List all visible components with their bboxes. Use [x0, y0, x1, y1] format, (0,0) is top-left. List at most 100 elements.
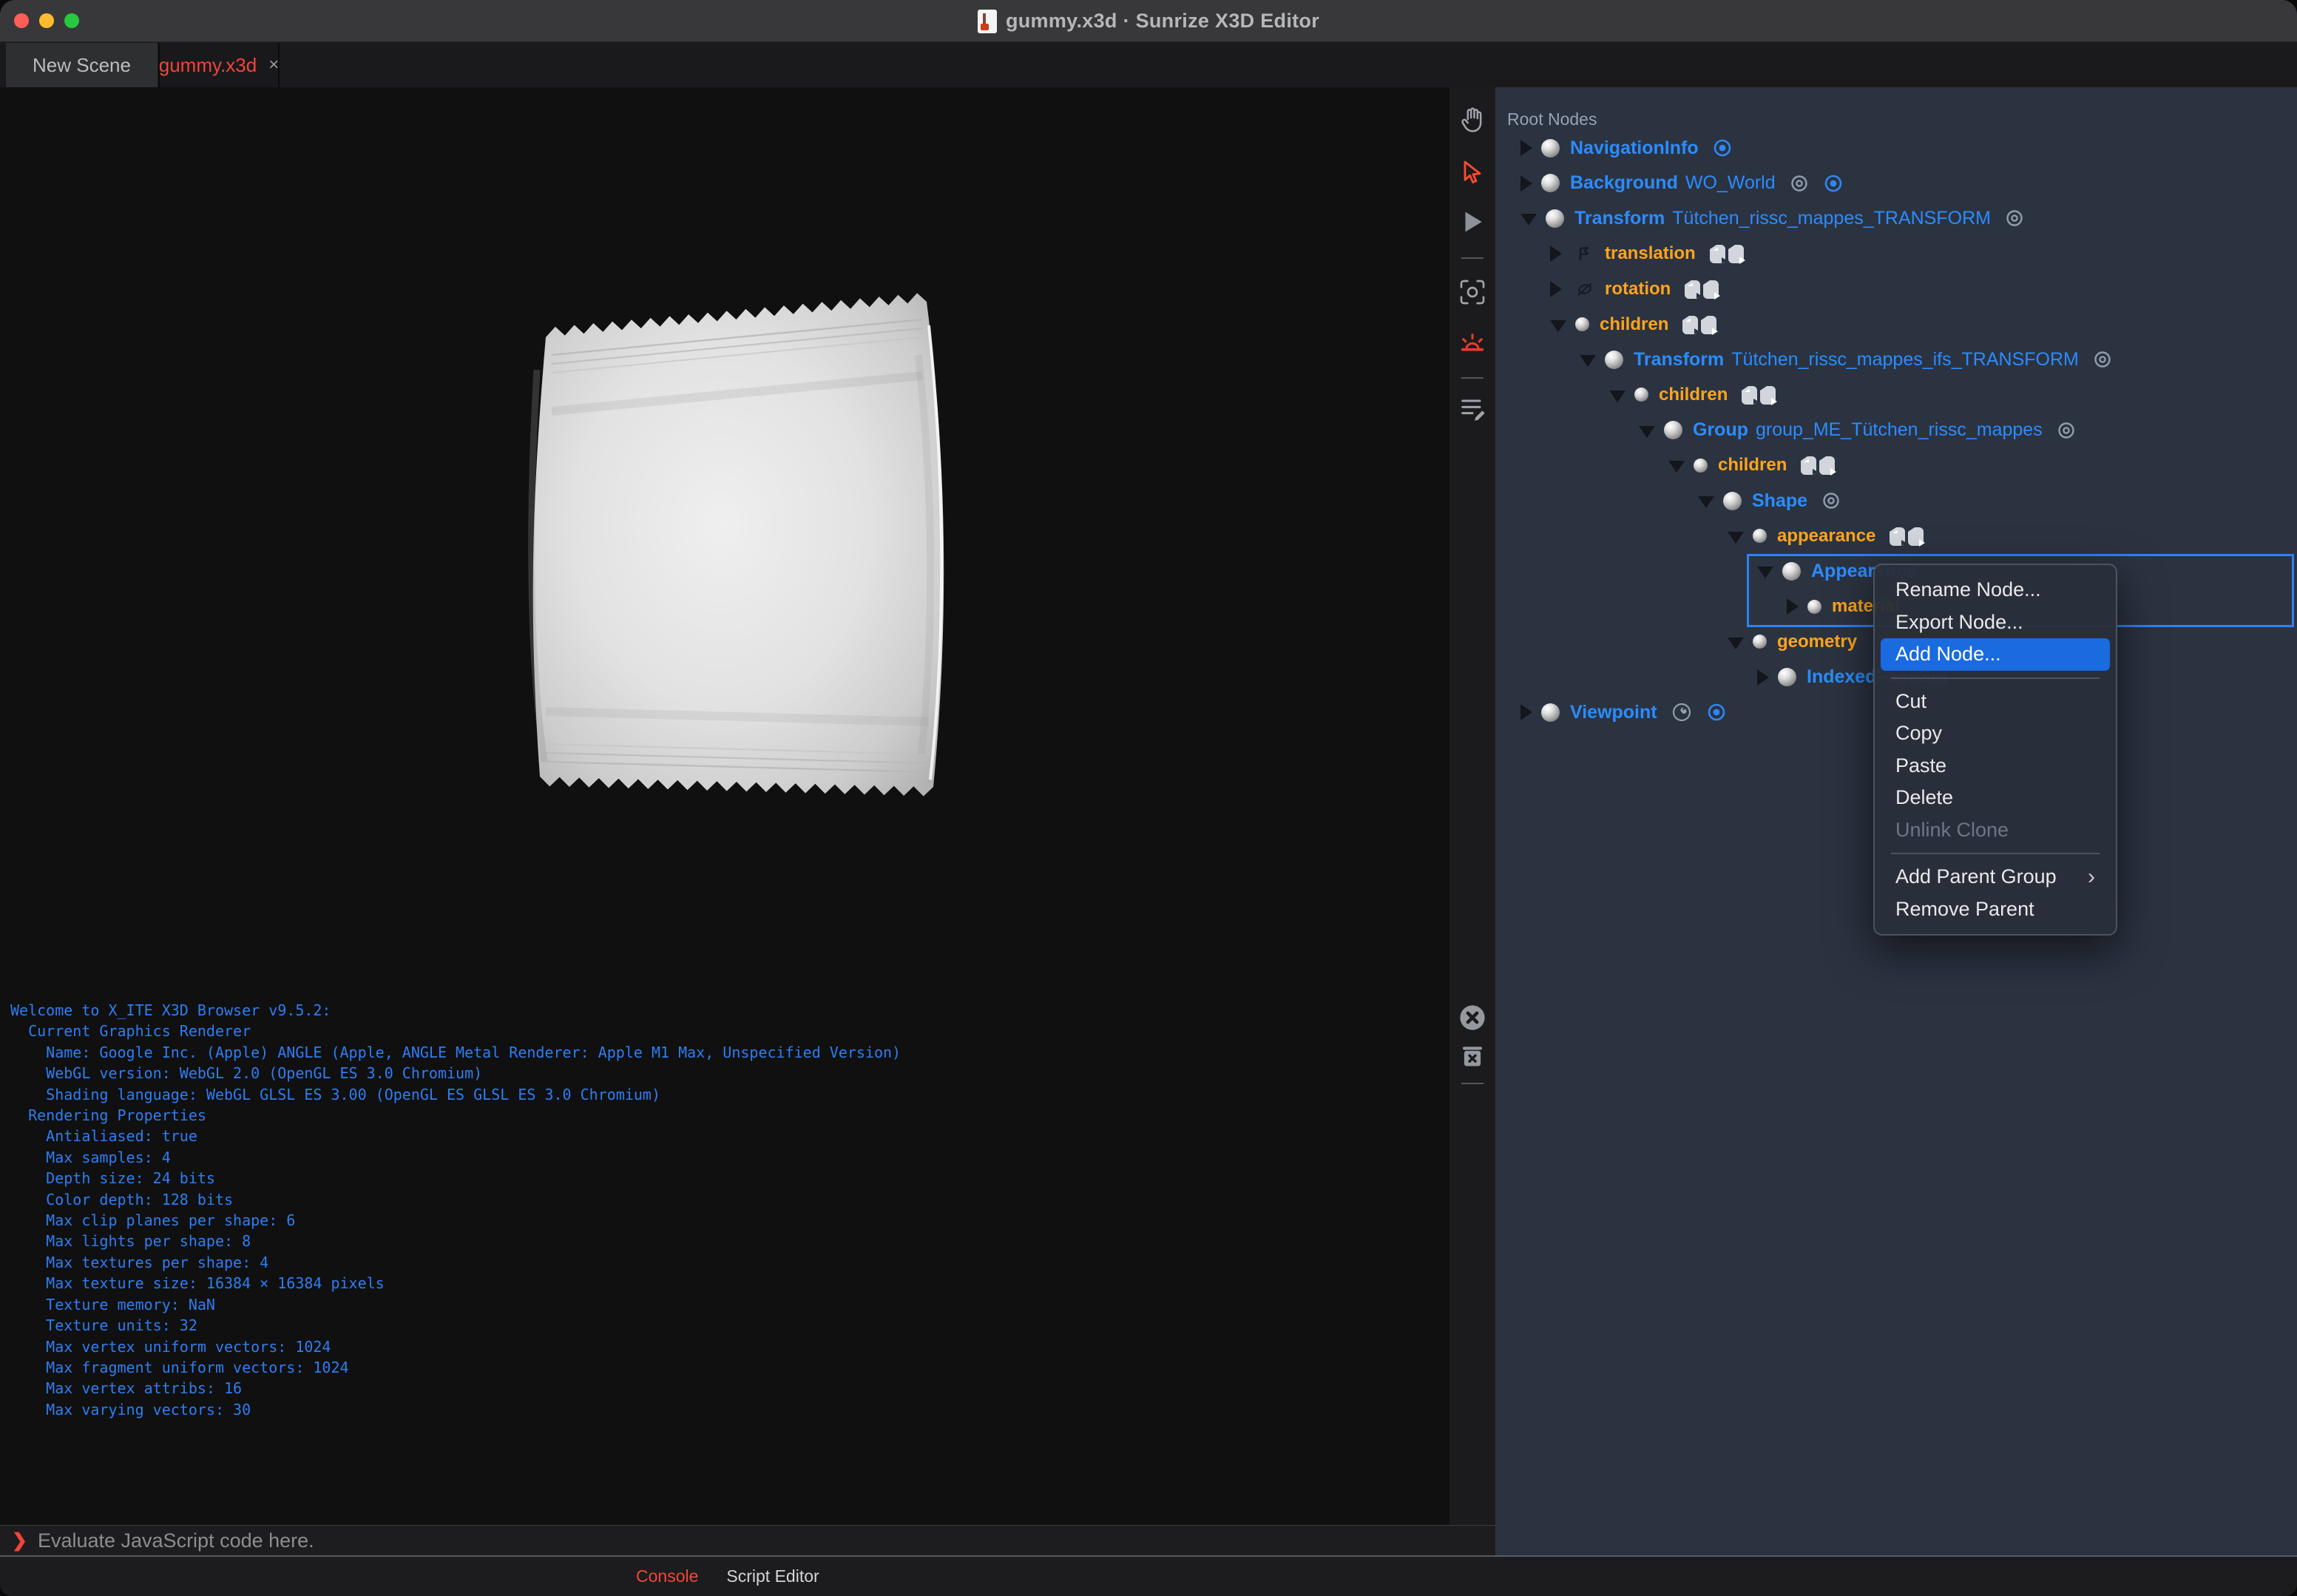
menu-item-add-parent-group[interactable]: Add Parent Group › — [1881, 861, 2110, 893]
node-sphere-icon — [1605, 350, 1623, 369]
collapse-arrow-icon[interactable] — [1668, 461, 1685, 473]
expand-arrow-icon[interactable] — [1520, 175, 1532, 192]
visibility-eye-icon[interactable] — [2092, 349, 2113, 370]
node-sphere-icon — [1778, 668, 1796, 686]
menu-item-paste[interactable]: Paste — [1881, 750, 2110, 782]
menu-item-export-node[interactable]: Export Node... — [1881, 606, 2110, 639]
node-label-def: group_ME_Tütchen_rissc_mappes — [1756, 419, 2043, 441]
node-label-type: Transform — [1634, 348, 1725, 370]
console-line: Depth size: 24 bits — [10, 1169, 215, 1188]
console-line: Rendering Properties — [10, 1106, 206, 1125]
route-connectors-icon[interactable] — [1800, 454, 1841, 476]
visibility-eye-icon[interactable] — [1789, 173, 1810, 194]
expand-arrow-icon[interactable] — [1520, 140, 1532, 156]
tree-row-appearance[interactable]: appearance — [1728, 523, 1930, 550]
submenu-chevron-icon: › — [2088, 864, 2095, 889]
light-tool[interactable] — [1456, 328, 1489, 361]
node-label: children — [1659, 385, 1728, 405]
collapse-arrow-icon[interactable] — [1520, 214, 1537, 226]
field-sphere-icon — [1634, 388, 1648, 402]
node-label: children — [1718, 455, 1787, 476]
tree-row-children[interactable]: children — [1609, 382, 1782, 408]
console-line: Max vertex uniform vectors: 1024 — [10, 1337, 331, 1356]
bound-node-icon[interactable] — [1712, 138, 1733, 158]
route-connectors-icon[interactable] — [1682, 314, 1723, 336]
bound-node-icon[interactable] — [1706, 702, 1727, 723]
bottom-tab-script-editor[interactable]: Script Editor — [726, 1566, 819, 1586]
menu-item-add-node[interactable]: Add Node... — [1881, 638, 2110, 671]
tab-new-scene[interactable]: New Scene — [6, 43, 158, 87]
field-sphere-icon — [1575, 317, 1589, 331]
route-connectors-icon[interactable] — [1709, 243, 1750, 265]
tree-row-navigationinfo[interactable]: NavigationInfo — [1520, 135, 1733, 161]
tree-row-children[interactable]: children — [1550, 311, 1723, 338]
menu-item-rename-node[interactable]: Rename Node... — [1881, 574, 2110, 606]
collapse-arrow-icon[interactable] — [1609, 390, 1626, 402]
expand-arrow-icon[interactable] — [1550, 246, 1562, 263]
tree-row-rotation[interactable]: rotation — [1550, 276, 1725, 302]
bottom-bar: Console Script Editor — [0, 1557, 1495, 1596]
viewpoint-capture-tool[interactable] — [1456, 276, 1489, 308]
menu-item-cut[interactable]: Cut — [1881, 686, 2110, 718]
field-sphere-icon — [1753, 529, 1767, 544]
collapse-arrow-icon[interactable] — [1728, 531, 1744, 544]
context-menu: Rename Node... Export Node... Add Node... C… — [1873, 564, 2117, 936]
route-connectors-icon[interactable] — [1741, 384, 1782, 406]
console-input-row[interactable]: ❯ Evaluate JavaScript code here. — [0, 1525, 1495, 1555]
console-input-placeholder: Evaluate JavaScript code here. — [37, 1529, 314, 1552]
menu-item-copy[interactable]: Copy — [1881, 717, 2110, 750]
console-line: Max textures per shape: 4 — [10, 1253, 269, 1271]
tree-row-geometry[interactable]: geometry — [1728, 629, 1857, 655]
tree-row-transform[interactable]: Transform Tütchen_rissc_mappes_ifs_TRANSF… — [1580, 346, 2113, 373]
play-tool[interactable] — [1456, 206, 1489, 238]
console-line: Max samples: 4 — [10, 1148, 171, 1166]
collapse-arrow-icon[interactable] — [1728, 637, 1744, 649]
node-label: Transform Tütchen_rissc_mappes_ifs_TRANSF… — [1634, 349, 2079, 371]
menu-separator — [1891, 677, 2100, 679]
route-connectors-icon[interactable] — [1684, 278, 1725, 300]
trash-icon[interactable] — [1456, 1040, 1489, 1072]
node-label-def: WO_World — [1685, 172, 1776, 194]
wrench-icon[interactable] — [1671, 701, 1693, 723]
tree-row-background[interactable]: Background WO_World — [1520, 170, 1844, 197]
tab-label: gummy.x3d — [158, 53, 257, 76]
menu-item-remove-parent[interactable]: Remove Parent — [1881, 893, 2110, 926]
node-label-field: geometry — [1777, 631, 1858, 652]
console-line: Max varying vectors: 30 — [10, 1400, 251, 1419]
node-label-type: Transform — [1574, 207, 1665, 229]
menu-item-delete[interactable]: Delete — [1881, 782, 2110, 814]
tree-row-group[interactable]: Group group_ME_Tütchen_rissc_mappes — [1639, 417, 2077, 444]
console-line: Max fragment uniform vectors: 1024 — [10, 1358, 349, 1376]
expand-arrow-icon[interactable] — [1550, 280, 1562, 297]
tab-close-icon[interactable]: × — [268, 55, 279, 75]
bottom-tab-console[interactable]: Console — [636, 1566, 698, 1586]
tree-row-translation[interactable]: translation — [1550, 240, 1750, 267]
tab-gummy-x3d[interactable]: gummy.x3d × — [158, 43, 280, 87]
node-label-def: Tütchen_rissc_mappes_ifs_TRANSFORM — [1731, 348, 2079, 370]
collapse-arrow-icon[interactable] — [1550, 319, 1566, 332]
node-label: NavigationInfo — [1570, 138, 1699, 159]
bound-node-icon[interactable] — [1823, 173, 1844, 194]
route-connectors-icon[interactable] — [1889, 525, 1930, 547]
pan-hand-tool[interactable] — [1456, 104, 1489, 136]
tree-row-shape[interactable]: Shape — [1698, 487, 1841, 514]
clear-console-icon[interactable] — [1456, 1001, 1489, 1034]
viewport-3d[interactable]: Welcome to X_ITE X3D Browser v9.5.2: Cur… — [0, 87, 1449, 1525]
toolbar-separator — [1461, 257, 1484, 259]
visibility-eye-icon[interactable] — [1821, 490, 1841, 511]
node-label: Group group_ME_Tütchen_rissc_mappes — [1693, 419, 2043, 441]
visibility-eye-icon[interactable] — [2004, 208, 2025, 229]
expand-arrow-icon[interactable] — [1520, 704, 1532, 721]
node-label: translation — [1605, 243, 1696, 264]
script-editor-tool[interactable] — [1456, 392, 1489, 425]
tree-row-transform[interactable]: Transform Tütchen_rissc_mappes_TRANSFORM — [1520, 205, 2025, 231]
select-arrow-tool[interactable] — [1456, 157, 1489, 189]
collapse-arrow-icon[interactable] — [1580, 355, 1596, 368]
tree-row-children[interactable]: children — [1668, 452, 1841, 479]
tree-row-viewpoint[interactable]: Viewpoint — [1520, 699, 1727, 726]
collapse-arrow-icon[interactable] — [1639, 425, 1655, 438]
expand-arrow-icon[interactable] — [1757, 669, 1769, 686]
visibility-eye-icon[interactable] — [2056, 420, 2077, 441]
collapse-arrow-icon[interactable] — [1698, 496, 1714, 508]
menu-separator — [1891, 853, 2100, 854]
